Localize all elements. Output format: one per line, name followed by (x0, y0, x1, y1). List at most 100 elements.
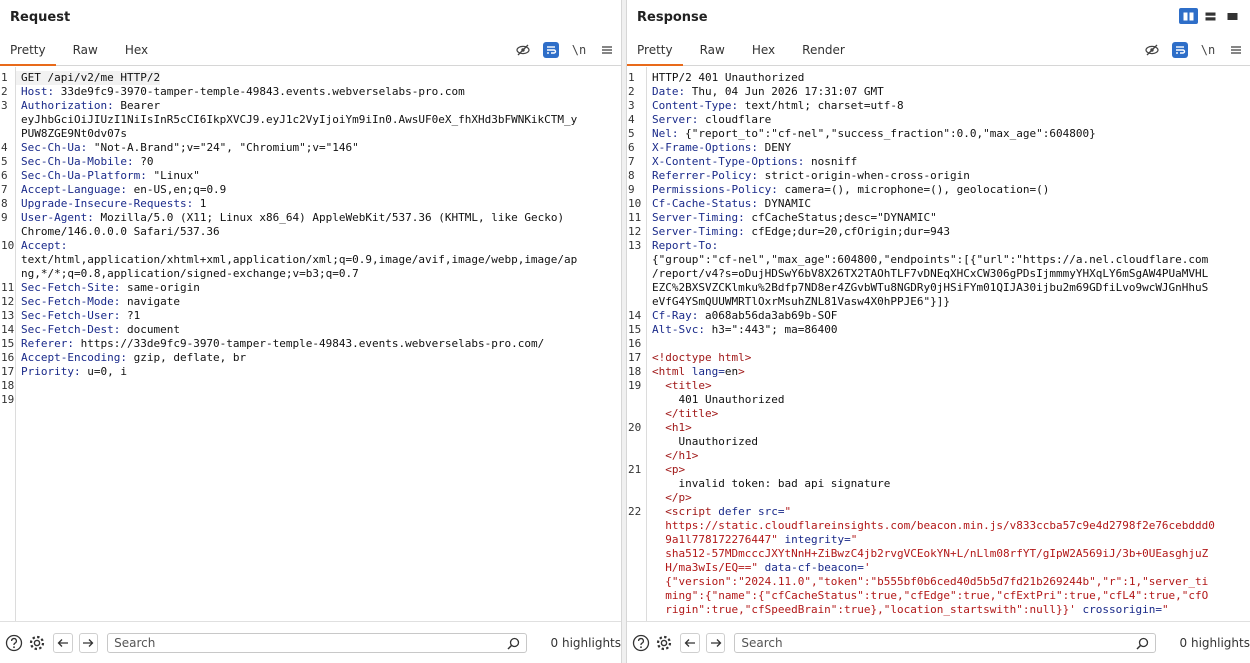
code-line[interactable]: EZC%2BXSVZCKlmku%2Bdfp7ND8er4ZGvbWTu8NGD… (627, 281, 1242, 295)
code-line[interactable]: 4 Server: cloudflare (627, 113, 1242, 127)
request-tab-raw[interactable]: Raw (63, 34, 108, 65)
hide-nonprintable-icon[interactable] (1144, 42, 1160, 58)
code-line[interactable]: ming":{"name":{"cfCacheStatus":true,"cfE… (627, 589, 1242, 603)
code-line[interactable]: 9a1l778172276447" integrity=" (627, 533, 1242, 547)
code-line[interactable]: 11 Server-Timing: cfCacheStatus;desc="DYN… (627, 211, 1242, 225)
string-value: " (850, 533, 858, 546)
code-line[interactable]: 7 Accept-Language: en-US,en;q=0.9 (0, 183, 613, 197)
code-line[interactable]: 15 Referer: https://33de9fc9-3970-tamper-… (0, 337, 613, 351)
newline-toggle[interactable]: \n (1200, 42, 1216, 58)
help-icon[interactable] (4, 633, 24, 653)
search-icon[interactable] (507, 637, 520, 653)
code-line[interactable]: 401 Unauthorized (627, 393, 1242, 407)
code-line[interactable]: 5 Sec-Ch-Ua-Mobile: ?0 (0, 155, 613, 169)
wrap-lines-icon[interactable] (1172, 42, 1188, 58)
code-line[interactable]: eVfG4YSmQUUWMRTlOxrMsuhZNL81Vasw4X0hPPJE… (627, 295, 1242, 309)
code-line[interactable]: 12 Sec-Fetch-Mode: navigate (0, 295, 613, 309)
response-search-box[interactable] (734, 632, 1156, 653)
code-line[interactable]: 2 Host: 33de9fc9-3970-tamper-temple-49843… (0, 85, 613, 99)
layout-side-by-side-icon[interactable] (1179, 8, 1198, 24)
code-line[interactable]: PUW8ZGE9Nt0dv07s (0, 127, 613, 141)
layout-tabs-icon[interactable] (1223, 8, 1242, 24)
code-line[interactable]: sha512-57MDmcccJXYtNnH+ZiBwzC4jb2rvgVCEo… (627, 547, 1242, 561)
code-line[interactable]: 14 Cf-Ray: a068ab56da3ab69b-SOF (627, 309, 1242, 323)
code-line[interactable]: 10 Cf-Cache-Status: DYNAMIC (627, 197, 1242, 211)
request-tab-hex[interactable]: Hex (115, 34, 158, 65)
code-line[interactable]: </title> (627, 407, 1242, 421)
code-line[interactable]: 13 Report-To: (627, 239, 1242, 253)
response-tab-raw[interactable]: Raw (690, 34, 735, 65)
previous-match-button[interactable] (680, 632, 700, 653)
response-tab-pretty[interactable]: Pretty (627, 34, 683, 66)
response-code[interactable]: 1 HTTP/2 401 Unauthorized 2 Date: Thu, 04 J… (627, 71, 1242, 617)
request-tab-pretty[interactable]: Pretty (0, 34, 56, 66)
next-match-button[interactable] (78, 632, 99, 653)
response-tab-hex[interactable]: Hex (742, 34, 785, 65)
response-tab-render[interactable]: Render (792, 34, 855, 65)
code-line[interactable]: 20 <h1> (627, 421, 1242, 435)
code-line[interactable]: eyJhbGciOiJIUzI1NiIsInR5cCI6IkpXVCJ9.eyJ… (0, 113, 613, 127)
code-line[interactable]: 1 HTTP/2 401 Unauthorized (627, 71, 1242, 85)
code-line[interactable]: {"group":"cf-nel","max_age":604800,"endp… (627, 253, 1242, 267)
code-line[interactable]: 16 (627, 337, 1242, 351)
code-line[interactable]: 2 Date: Thu, 04 Jun 2026 17:31:07 GMT (627, 85, 1242, 99)
code-line[interactable]: 3 Authorization: Bearer (0, 99, 613, 113)
hide-nonprintable-icon[interactable] (515, 42, 531, 58)
code-line[interactable]: invalid token: bad api signature (627, 477, 1242, 491)
code-line[interactable]: 5 Nel: {"report_to":"cf-nel","success_fra… (627, 127, 1242, 141)
settings-gear-icon[interactable] (655, 633, 675, 653)
code-line[interactable]: H/ma3wIs/EQ==" data-cf-beacon=' (627, 561, 1242, 575)
code-line[interactable]: text/html,application/xhtml+xml,applicat… (0, 253, 613, 267)
search-icon[interactable] (1135, 637, 1149, 653)
code-line[interactable]: Chrome/146.0.0.0 Safari/537.36 (0, 225, 613, 239)
code-line[interactable]: 7 X-Content-Type-Options: nosniff (627, 155, 1242, 169)
code-line[interactable]: 8 Upgrade-Insecure-Requests: 1 (0, 197, 613, 211)
previous-match-button[interactable] (53, 632, 73, 653)
code-line[interactable]: ng,*/*;q=0.8,application/signed-exchange… (0, 267, 613, 281)
request-code[interactable]: 1 GET /api/v2/me HTTP/2 2 Host: 33de9fc9-39… (0, 71, 613, 407)
code-line[interactable]: 19 (0, 393, 613, 407)
code-line[interactable]: 11 Sec-Fetch-Site: same-origin (0, 281, 613, 295)
code-line[interactable]: 16 Accept-Encoding: gzip, deflate, br (0, 351, 613, 365)
code-line[interactable]: rigin":true,"cfSpeedBrain":true},"locati… (627, 603, 1242, 617)
code-line[interactable]: 4 Sec-Ch-Ua: "Not-A.Brand";v="24", "Chrom… (0, 141, 613, 155)
code-line[interactable]: 9 User-Agent: Mozilla/5.0 (X11; Linux x86… (0, 211, 613, 225)
code-line[interactable]: 19 <title> (627, 379, 1242, 393)
code-line[interactable]: 1 GET /api/v2/me HTTP/2 (0, 71, 613, 85)
code-line[interactable]: 18 (0, 379, 613, 393)
code-line[interactable]: 15 Alt-Svc: h3=":443"; ma=86400 (627, 323, 1242, 337)
layout-stacked-icon[interactable] (1201, 8, 1220, 24)
code-line[interactable]: </p> (627, 491, 1242, 505)
code-line[interactable]: Unauthorized (627, 435, 1242, 449)
code-line[interactable]: 8 Referrer-Policy: strict-origin-when-cro… (627, 169, 1242, 183)
code-line[interactable]: 17 Priority: u=0, i (0, 365, 613, 379)
code-line[interactable]: 22 <script defer src=" (627, 505, 1242, 519)
request-search-box[interactable] (107, 632, 527, 653)
code-line[interactable]: https://static.cloudflareinsights.com/be… (627, 519, 1242, 533)
code-line[interactable]: </h1> (627, 449, 1242, 463)
request-search-input[interactable] (114, 635, 520, 650)
code-line[interactable]: 12 Server-Timing: cfEdge;dur=20,cfOrigin;… (627, 225, 1242, 239)
menu-icon[interactable] (1228, 42, 1244, 58)
code-line[interactable]: 14 Sec-Fetch-Dest: document (0, 323, 613, 337)
help-icon[interactable] (631, 633, 651, 653)
code-line[interactable]: 6 X-Frame-Options: DENY (627, 141, 1242, 155)
next-match-button[interactable] (705, 632, 726, 653)
code-line[interactable]: 6 Sec-Ch-Ua-Platform: "Linux" (0, 169, 613, 183)
code-line[interactable]: 18 <html lang=en> (627, 365, 1242, 379)
code-line[interactable]: /report/v4?s=oDujHDSwY6bV8X26TX2TAOhTLF7… (627, 267, 1242, 281)
code-line[interactable]: 13 Sec-Fetch-User: ?1 (0, 309, 613, 323)
newline-toggle[interactable]: \n (571, 42, 587, 58)
wrap-lines-icon[interactable] (543, 42, 559, 58)
menu-icon[interactable] (599, 42, 615, 58)
settings-gear-icon[interactable] (28, 633, 48, 653)
code-line[interactable]: {"version":"2024.11.0","token":"b555bf0b… (627, 575, 1242, 589)
response-search-input[interactable] (741, 635, 1149, 650)
code-line[interactable]: 9 Permissions-Policy: camera=(), micropho… (627, 183, 1242, 197)
request-editor[interactable]: 1 GET /api/v2/me HTTP/2 2 Host: 33de9fc9-39… (0, 67, 621, 621)
code-line[interactable]: 17 <!doctype html> (627, 351, 1242, 365)
code-line[interactable]: 3 Content-Type: text/html; charset=utf-8 (627, 99, 1242, 113)
code-line[interactable]: 10 Accept: (0, 239, 613, 253)
code-line[interactable]: 21 <p> (627, 463, 1242, 477)
response-editor[interactable]: 1 HTTP/2 401 Unauthorized 2 Date: Thu, 04 J… (627, 67, 1250, 621)
